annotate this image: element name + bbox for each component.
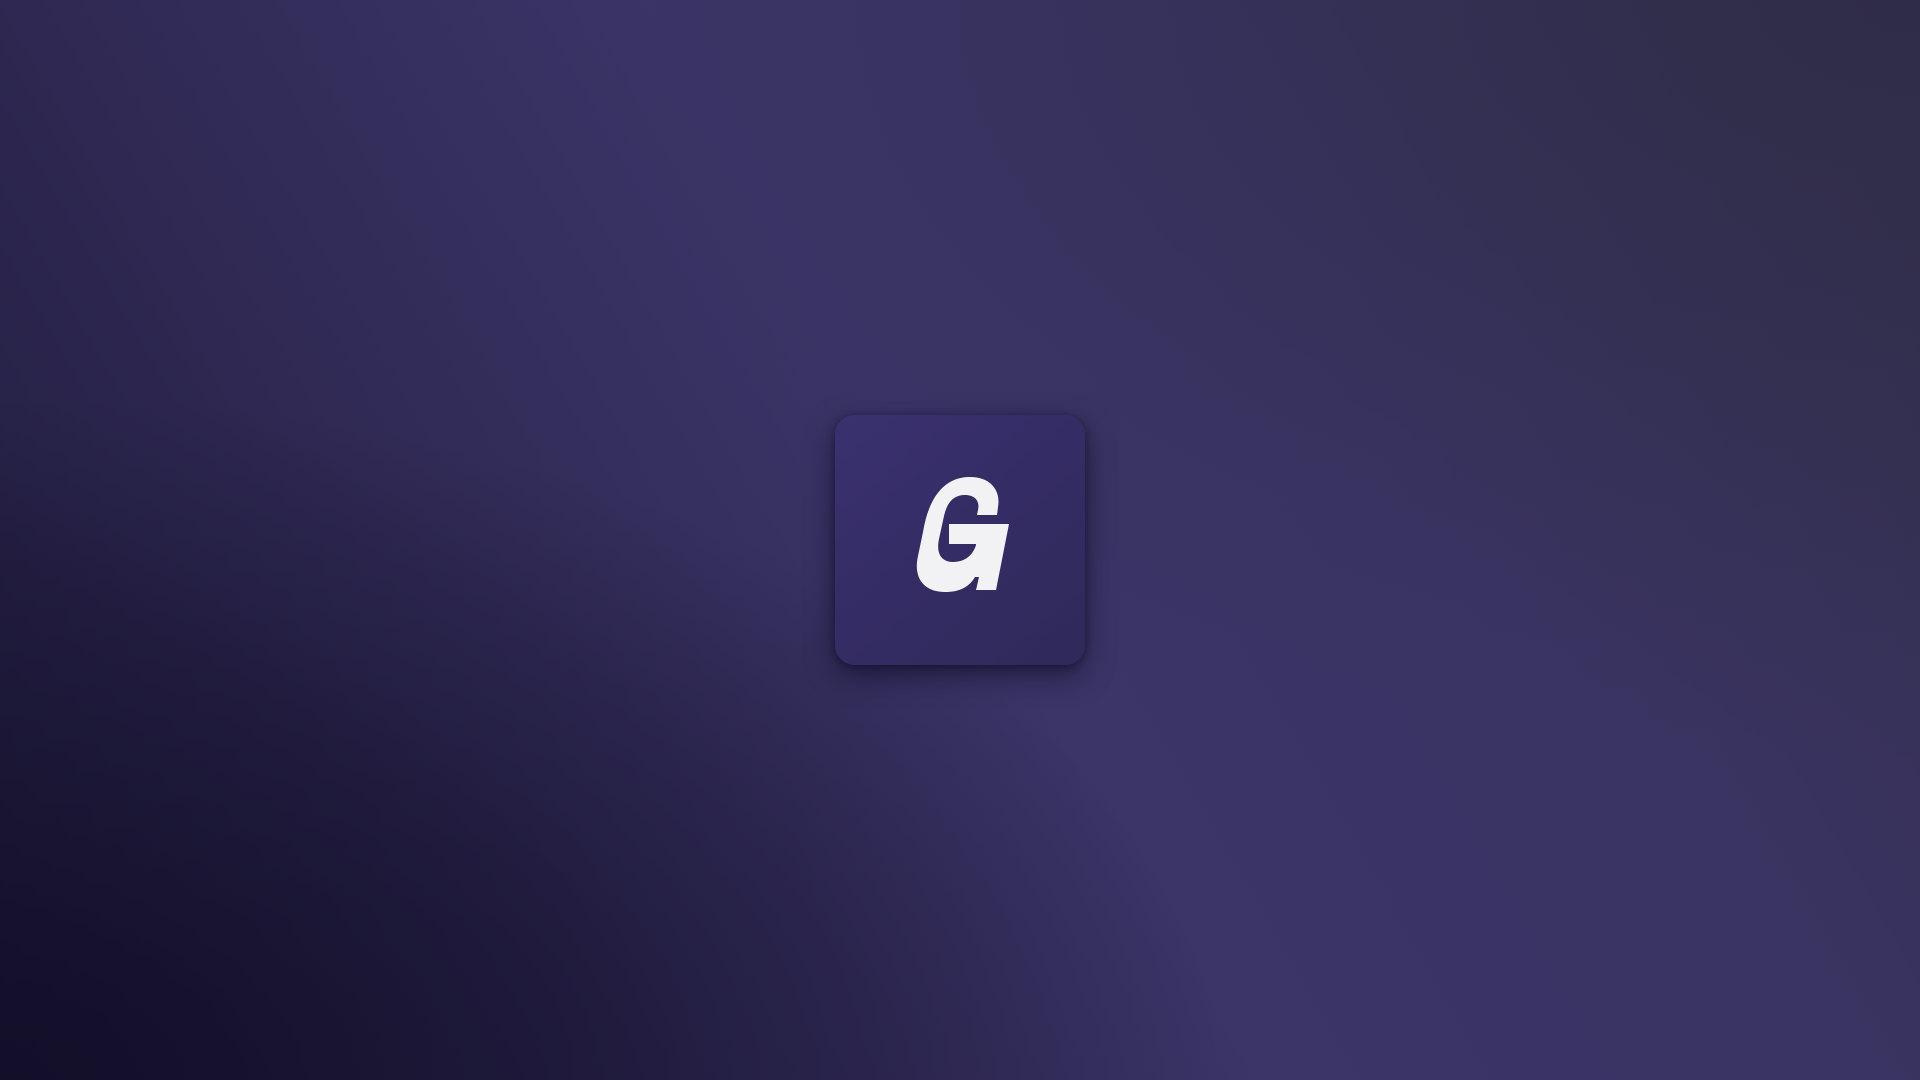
app-logo-g-icon <box>916 476 1009 592</box>
app-icon-tile <box>835 415 1085 665</box>
splash-screen <box>0 0 1920 1080</box>
